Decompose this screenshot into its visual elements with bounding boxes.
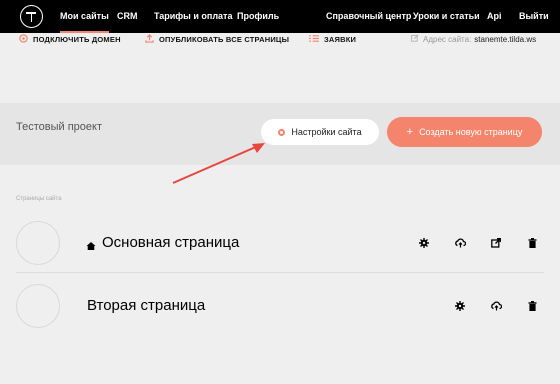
nav-api[interactable]: Api xyxy=(487,0,502,33)
page-row[interactable]: Основная страница xyxy=(16,215,544,273)
home-icon xyxy=(86,238,96,250)
cloud-upload-icon[interactable] xyxy=(454,237,466,249)
connect-domain-button[interactable]: ПОДКЛЮЧИТЬ ДОМЕН xyxy=(19,33,121,45)
nav-crm[interactable]: CRM xyxy=(117,0,138,33)
requests-label: ЗАЯВКИ xyxy=(324,34,357,44)
create-page-label: Создать новую страницу xyxy=(419,127,523,137)
create-page-button[interactable]: + Создать новую страницу xyxy=(387,117,542,147)
nav-my-sites[interactable]: Мои сайты xyxy=(60,0,109,33)
site-address-value[interactable]: stanemte.tilda.ws xyxy=(474,35,536,44)
site-settings-button[interactable]: Настройки сайта xyxy=(261,119,379,145)
edit-icon xyxy=(411,34,419,44)
site-address-label: Адрес сайта: xyxy=(423,34,472,44)
tilda-logo-icon[interactable] xyxy=(20,5,43,28)
project-title: Тестовый проект xyxy=(16,121,102,133)
list-icon xyxy=(309,34,319,45)
page-title[interactable]: Основная страница xyxy=(86,234,239,251)
trash-icon[interactable] xyxy=(526,237,538,249)
nav-logout[interactable]: Выйти xyxy=(519,0,549,33)
trash-icon[interactable] xyxy=(526,300,538,312)
site-settings-label: Настройки сайта xyxy=(291,127,362,137)
gear-icon[interactable] xyxy=(454,300,466,312)
pages-section-label: Страницы сайта xyxy=(16,196,62,202)
nav-help-center[interactable]: Справочный центр xyxy=(326,0,411,33)
nav-tariffs[interactable]: Тарифы и оплата xyxy=(154,0,232,33)
publish-all-label: ОПУБЛИКОВАТЬ ВСЕ СТРАНИЦЫ xyxy=(159,34,290,44)
gear-icon[interactable] xyxy=(418,237,430,249)
plus-icon: + xyxy=(406,126,414,138)
publish-all-button[interactable]: ОПУБЛИКОВАТЬ ВСЕ СТРАНИЦЫ xyxy=(145,33,289,45)
nav-profile[interactable]: Профиль xyxy=(237,0,279,33)
requests-button[interactable]: ЗАЯВКИ xyxy=(309,33,356,45)
page-thumbnail[interactable] xyxy=(16,221,60,265)
page-title-text: Основная страница xyxy=(102,234,240,251)
nav-lessons[interactable]: Уроки и статьи xyxy=(413,0,480,33)
connect-domain-label: ПОДКЛЮЧИТЬ ДОМЕН xyxy=(33,34,121,44)
external-link-icon[interactable] xyxy=(490,237,502,249)
settings-dot-icon xyxy=(278,128,286,136)
globe-icon xyxy=(19,33,28,45)
page-row[interactable]: Вторая страница xyxy=(16,278,544,336)
page-thumbnail[interactable] xyxy=(16,284,60,328)
upload-icon xyxy=(145,33,154,45)
page-title[interactable]: Вторая страница xyxy=(87,297,205,314)
top-nav: Мои сайты CRM Тарифы и оплата Профиль Сп… xyxy=(0,0,560,33)
site-address[interactable]: Адрес сайта: stanemte.tilda.ws xyxy=(411,33,536,45)
page-title-text: Вторая страница xyxy=(87,297,206,314)
cloud-upload-icon[interactable] xyxy=(490,300,502,312)
